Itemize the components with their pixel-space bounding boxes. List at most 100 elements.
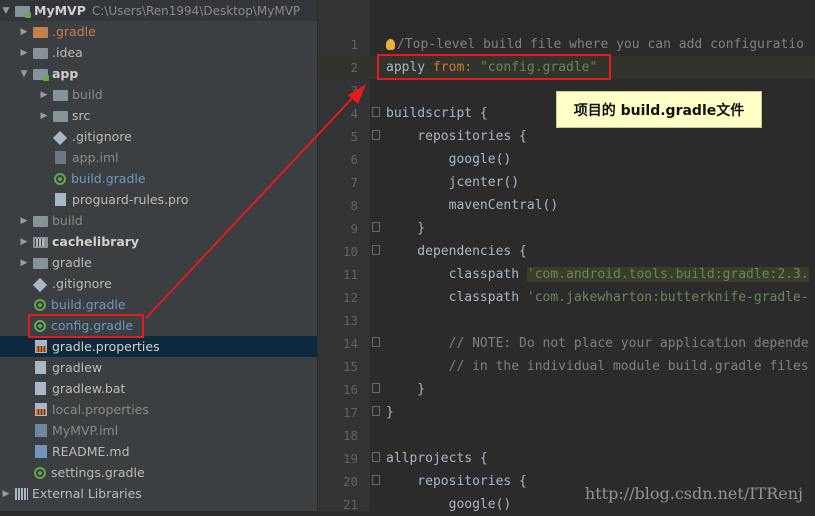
chevron-right-icon[interactable]: ▶ (0, 489, 12, 499)
tree-item-app-gitignore[interactable]: .gitignore (0, 126, 317, 147)
code-line: 14 // NOTE: Do not place your applicatio… (318, 332, 815, 355)
tree-item-proguard[interactable]: proguard-rules.pro (0, 189, 317, 210)
tree-item-build[interactable]: ▶ build (0, 210, 317, 231)
line-number: 21 (342, 497, 358, 512)
fold-gutter (358, 493, 386, 516)
fold-marker-icon[interactable] (358, 401, 386, 424)
tree-item-mymvp-iml[interactable]: MyMVP.iml (0, 420, 317, 441)
tree-item-build-gradle[interactable]: build.gradle (0, 294, 317, 315)
tree-item-label: .idea (52, 45, 83, 60)
apply-line-highlight (377, 54, 611, 80)
chevron-right-icon[interactable]: ▶ (18, 27, 30, 37)
tree-root-mymvp[interactable]: ▼ MyMVP C:\Users\Ren1994\Desktop\MyMVP (0, 0, 317, 21)
tree-item-external-libraries[interactable]: ▶ External Libraries (0, 483, 317, 504)
project-tree-panel: ▼ MyMVP C:\Users\Ren1994\Desktop\MyMVP ▶… (0, 0, 318, 511)
tree-item-gitignore[interactable]: .gitignore (0, 273, 317, 294)
code-line: 17 } (318, 401, 815, 424)
code-line: 13 (318, 309, 815, 332)
tree-item-gradle-folder[interactable]: ▶ gradle (0, 252, 317, 273)
tree-item-label: External Libraries (32, 486, 142, 501)
chevron-right-icon[interactable]: ▶ (38, 90, 50, 100)
config-gradle-highlight (28, 314, 144, 338)
tree-item-cachelibrary[interactable]: ▶ cachelibrary (0, 231, 317, 252)
tree-item-label: local.properties (52, 402, 149, 417)
tree-item-settings-gradle[interactable]: settings.gradle (0, 462, 317, 483)
fold-marker-icon[interactable] (358, 217, 386, 240)
code-text: google() (386, 497, 512, 512)
tree-item-src[interactable]: ▶ src (0, 105, 317, 126)
line-number: 3 (350, 83, 358, 98)
gradle-icon (34, 467, 46, 479)
tree-item-app-build[interactable]: ▶ build (0, 84, 317, 105)
library-module-icon (33, 237, 48, 248)
code-line: 5 repositories { (318, 125, 815, 148)
chevron-right-icon[interactable]: ▶ (38, 111, 50, 121)
gradle-icon (54, 173, 66, 185)
line-number: 14 (342, 336, 358, 351)
fold-gutter (358, 424, 386, 447)
tree-item-app[interactable]: ▼ app (0, 63, 317, 84)
code-line: 9 } (318, 217, 815, 240)
fold-marker-icon[interactable] (358, 102, 386, 125)
fold-gutter (358, 309, 386, 332)
fold-marker-icon[interactable] (358, 125, 386, 148)
tree-item-label: proguard-rules.pro (72, 192, 189, 207)
tree-item-gradlew[interactable]: gradlew (0, 357, 317, 378)
fold-gutter (358, 171, 386, 194)
fold-marker-icon[interactable] (358, 378, 386, 401)
tree-item-gradle-dir[interactable]: ▶ .gradle (0, 21, 317, 42)
tree-item-readme[interactable]: README.md (0, 441, 317, 462)
fold-gutter (358, 79, 386, 102)
lightbulb-icon[interactable] (386, 39, 395, 50)
folder-icon (33, 216, 48, 227)
code-line: 15 // in the individual module build.gra… (318, 355, 815, 378)
tree-item-app-iml[interactable]: app.iml (0, 147, 317, 168)
line-number: 18 (342, 428, 358, 443)
chevron-right-icon[interactable]: ▶ (18, 48, 30, 58)
tree-item-gradlew-bat[interactable]: gradlew.bat (0, 378, 317, 399)
line-number: 5 (350, 129, 358, 144)
properties-file-icon (35, 403, 47, 416)
tree-item-app-build-gradle[interactable]: build.gradle (0, 168, 317, 189)
code-line: 16 } (318, 378, 815, 401)
chevron-right-icon[interactable]: ▶ (18, 216, 30, 226)
tree-root-label: MyMVP (34, 3, 86, 18)
tree-item-gradle-properties[interactable]: gradle.properties (0, 336, 317, 357)
chevron-right-icon[interactable]: ▶ (18, 237, 30, 247)
fold-marker-icon[interactable] (358, 332, 386, 355)
tree-item-label: build (72, 87, 103, 102)
code-line: 6 google() (318, 148, 815, 171)
code-text: google() (386, 152, 512, 167)
code-text: repositories { (386, 474, 527, 489)
line-number: 13 (342, 313, 358, 328)
line-number: 19 (342, 451, 358, 466)
git-icon (52, 130, 68, 145)
file-icon (35, 382, 46, 395)
fold-marker-icon[interactable] (358, 470, 386, 493)
tree-item-label: gradlew (52, 360, 103, 375)
line-number: 16 (342, 382, 358, 397)
line-number: 8 (350, 198, 358, 213)
chevron-down-icon[interactable]: ▼ (18, 69, 30, 79)
tree-item-local-properties[interactable]: local.properties (0, 399, 317, 420)
fold-gutter (358, 194, 386, 217)
markdown-file-icon (35, 445, 47, 458)
fold-gutter (358, 33, 386, 56)
code-text: } (386, 382, 426, 397)
line-number: 15 (342, 359, 358, 374)
chevron-down-icon[interactable]: ▼ (0, 6, 12, 16)
tree-item-label: MyMVP.iml (52, 423, 119, 438)
fold-marker-icon[interactable] (358, 447, 386, 470)
tree-item-label: build.gradle (71, 171, 146, 186)
fold-marker-icon[interactable] (358, 240, 386, 263)
fold-gutter (358, 148, 386, 171)
code-comment: // NOTE: Do not place your application d… (386, 336, 809, 351)
chevron-right-icon[interactable]: ▶ (18, 258, 30, 268)
code-line: 18 (318, 424, 815, 447)
code-text: mavenCentral() (386, 198, 559, 213)
tree-item-label: gradle (52, 255, 92, 270)
tree-item-label: .gradle (52, 24, 96, 39)
tree-item-idea[interactable]: ▶ .idea (0, 42, 317, 63)
file-icon (35, 361, 46, 374)
fold-gutter (358, 263, 386, 286)
